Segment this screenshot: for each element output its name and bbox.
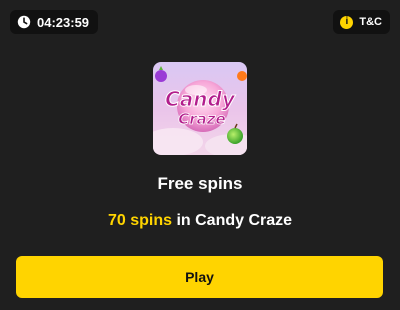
- offer-title: Free spins: [157, 174, 243, 193]
- candy-craze-logo: Candy Craze: [153, 62, 247, 155]
- logo-line-1: Candy: [165, 87, 236, 111]
- free-spins-card: 04:23:59 i T&C Candy Craze Free spins 70…: [0, 0, 400, 310]
- clock-icon: [17, 15, 31, 29]
- spins-count: 70 spins: [107, 212, 172, 229]
- spins-game: in Candy Craze: [172, 212, 293, 229]
- info-icon: i: [340, 15, 354, 29]
- play-button[interactable]: Play: [16, 256, 383, 298]
- terms-button[interactable]: i T&C: [333, 10, 390, 34]
- terms-label: T&C: [359, 16, 382, 28]
- offer-description: 70 spins in Candy Craze: [0, 212, 400, 230]
- countdown-value: 04:23:59: [37, 14, 90, 30]
- countdown-timer: 04:23:59: [10, 10, 99, 34]
- game-thumbnail[interactable]: Candy Craze: [153, 62, 247, 155]
- logo-line-2: Craze: [178, 110, 225, 128]
